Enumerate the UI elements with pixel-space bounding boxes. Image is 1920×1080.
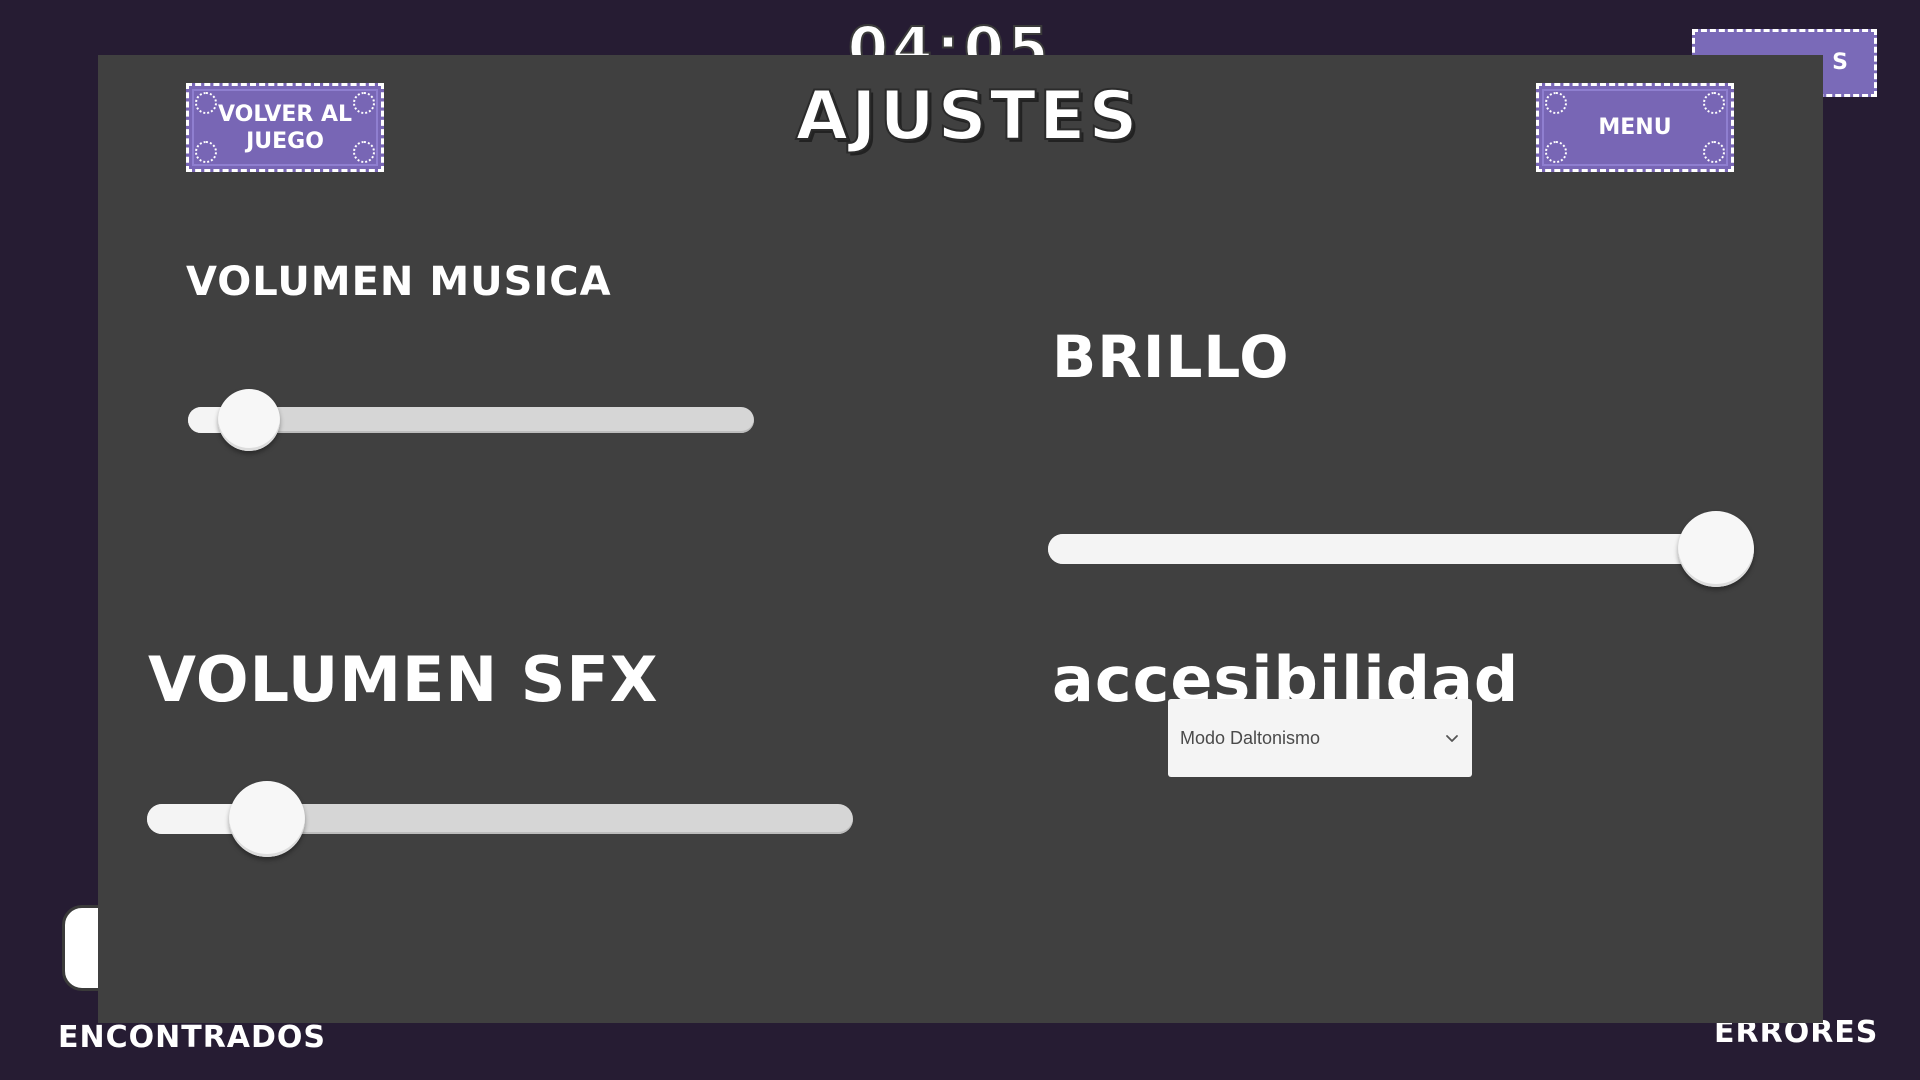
music-volume-label: VOLUMEN MUSICA [186,259,612,305]
settings-panel: VOLVER AL JUEGO AJUSTES MENU VOLUMEN MUS… [98,55,1823,1023]
pause-button-label: S [1832,50,1848,75]
menu-label: MENU [1598,115,1672,140]
papel-picado-ornament [1545,141,1567,163]
back-to-game-label: VOLVER AL JUEGO [217,101,353,154]
chevron-down-icon [1446,735,1458,742]
menu-button[interactable]: MENU [1536,83,1734,172]
brightness-label: BRILLO [1052,323,1290,391]
sfx-volume-slider[interactable] [147,780,853,858]
slider-handle[interactable] [228,781,305,857]
page-title: AJUSTES [795,76,1141,157]
found-pairs-label-bottom: ENCONTRADOS [58,1020,327,1055]
slider-handle[interactable] [218,389,281,451]
music-volume-slider[interactable] [188,388,754,452]
sfx-volume-label: VOLUMEN SFX [148,643,659,716]
slider-fill [1048,534,1716,564]
brightness-slider[interactable] [1048,510,1754,588]
dropdown-selected-value: Modo Daltonismo [1180,727,1321,748]
papel-picado-ornament [1545,92,1567,114]
slider-handle[interactable] [1678,511,1754,587]
colorblind-mode-dropdown[interactable]: Modo Daltonismo [1168,699,1472,777]
papel-picado-ornament [1703,141,1725,163]
papel-picado-ornament [1703,92,1725,114]
back-to-game-button[interactable]: VOLVER AL JUEGO [186,83,384,172]
